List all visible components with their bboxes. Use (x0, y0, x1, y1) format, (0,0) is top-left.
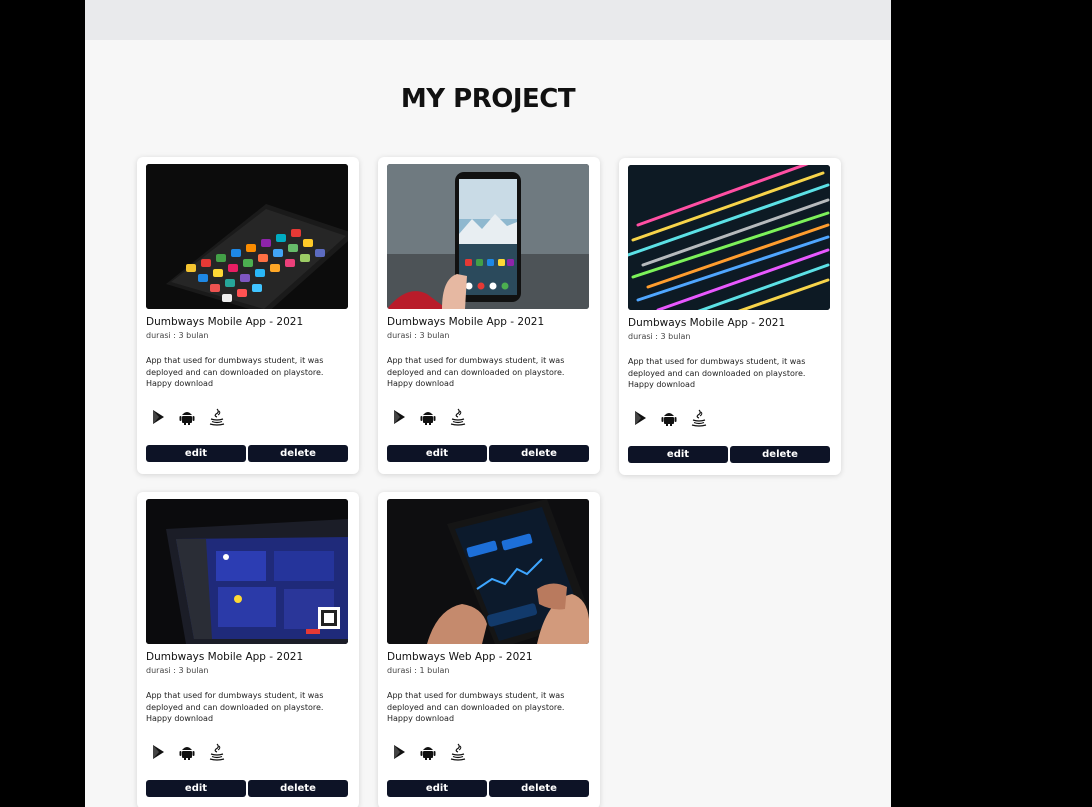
java-icon (450, 743, 466, 761)
delete-button[interactable]: delete (489, 780, 589, 797)
project-duration: durasi : 3 bulan (628, 332, 691, 341)
project-duration: durasi : 1 bulan (387, 666, 450, 675)
java-icon (209, 743, 225, 761)
page: MY PROJECT Dumbways Mobile App - 2021 du… (85, 0, 891, 807)
project-image[interactable] (387, 499, 589, 644)
delete-button[interactable]: delete (248, 445, 348, 462)
google-play-icon (394, 410, 405, 424)
project-duration: durasi : 3 bulan (146, 666, 209, 675)
project-description: App that used for dumbways student, it w… (146, 691, 324, 723)
project-card[interactable]: Dumbways Mobile App - 2021 durasi : 3 bu… (378, 157, 600, 474)
project-card[interactable]: Dumbways Mobile App - 2021 durasi : 3 bu… (137, 492, 359, 807)
project-title: Dumbways Mobile App - 2021 (387, 316, 545, 328)
delete-button[interactable]: delete (730, 446, 830, 463)
delete-button[interactable]: delete (248, 780, 348, 797)
java-icon (209, 408, 225, 426)
edit-button[interactable]: edit (387, 780, 487, 797)
google-play-icon (153, 745, 164, 759)
google-play-icon (394, 745, 405, 759)
android-icon (661, 413, 677, 426)
edit-button[interactable]: edit (146, 445, 246, 462)
project-image[interactable] (146, 164, 348, 309)
edit-button[interactable]: edit (146, 780, 246, 797)
google-play-icon (153, 410, 164, 424)
project-title: Dumbways Mobile App - 2021 (628, 317, 786, 329)
project-description: App that used for dumbways student, it w… (628, 357, 806, 389)
page-title: MY PROJECT (400, 84, 576, 114)
project-title: Dumbways Mobile App - 2021 (146, 316, 304, 328)
project-image[interactable] (628, 165, 830, 310)
android-icon (179, 412, 195, 425)
edit-button[interactable]: edit (628, 446, 728, 463)
android-icon (420, 747, 436, 760)
project-image[interactable] (146, 499, 348, 644)
project-image[interactable] (387, 164, 589, 309)
project-card[interactable]: Dumbways Web App - 2021 durasi : 1 bulan… (378, 492, 600, 807)
project-description: App that used for dumbways student, it w… (387, 691, 565, 723)
edit-button[interactable]: edit (387, 445, 487, 462)
project-description: App that used for dumbways student, it w… (387, 356, 565, 388)
project-title: Dumbways Mobile App - 2021 (146, 651, 304, 663)
project-duration: durasi : 3 bulan (146, 331, 209, 340)
project-card[interactable]: Dumbways Mobile App - 2021 durasi : 3 bu… (137, 157, 359, 474)
java-icon (691, 409, 707, 427)
project-card[interactable]: Dumbways Mobile App - 2021 durasi : 3 bu… (619, 158, 841, 475)
project-title: Dumbways Web App - 2021 (387, 651, 533, 663)
project-description: App that used for dumbways student, it w… (146, 356, 324, 388)
google-play-icon (635, 411, 646, 425)
delete-button[interactable]: delete (489, 445, 589, 462)
java-icon (450, 408, 466, 426)
project-duration: durasi : 3 bulan (387, 331, 450, 340)
android-icon (420, 412, 436, 425)
android-icon (179, 747, 195, 760)
top-navbar (85, 0, 891, 40)
